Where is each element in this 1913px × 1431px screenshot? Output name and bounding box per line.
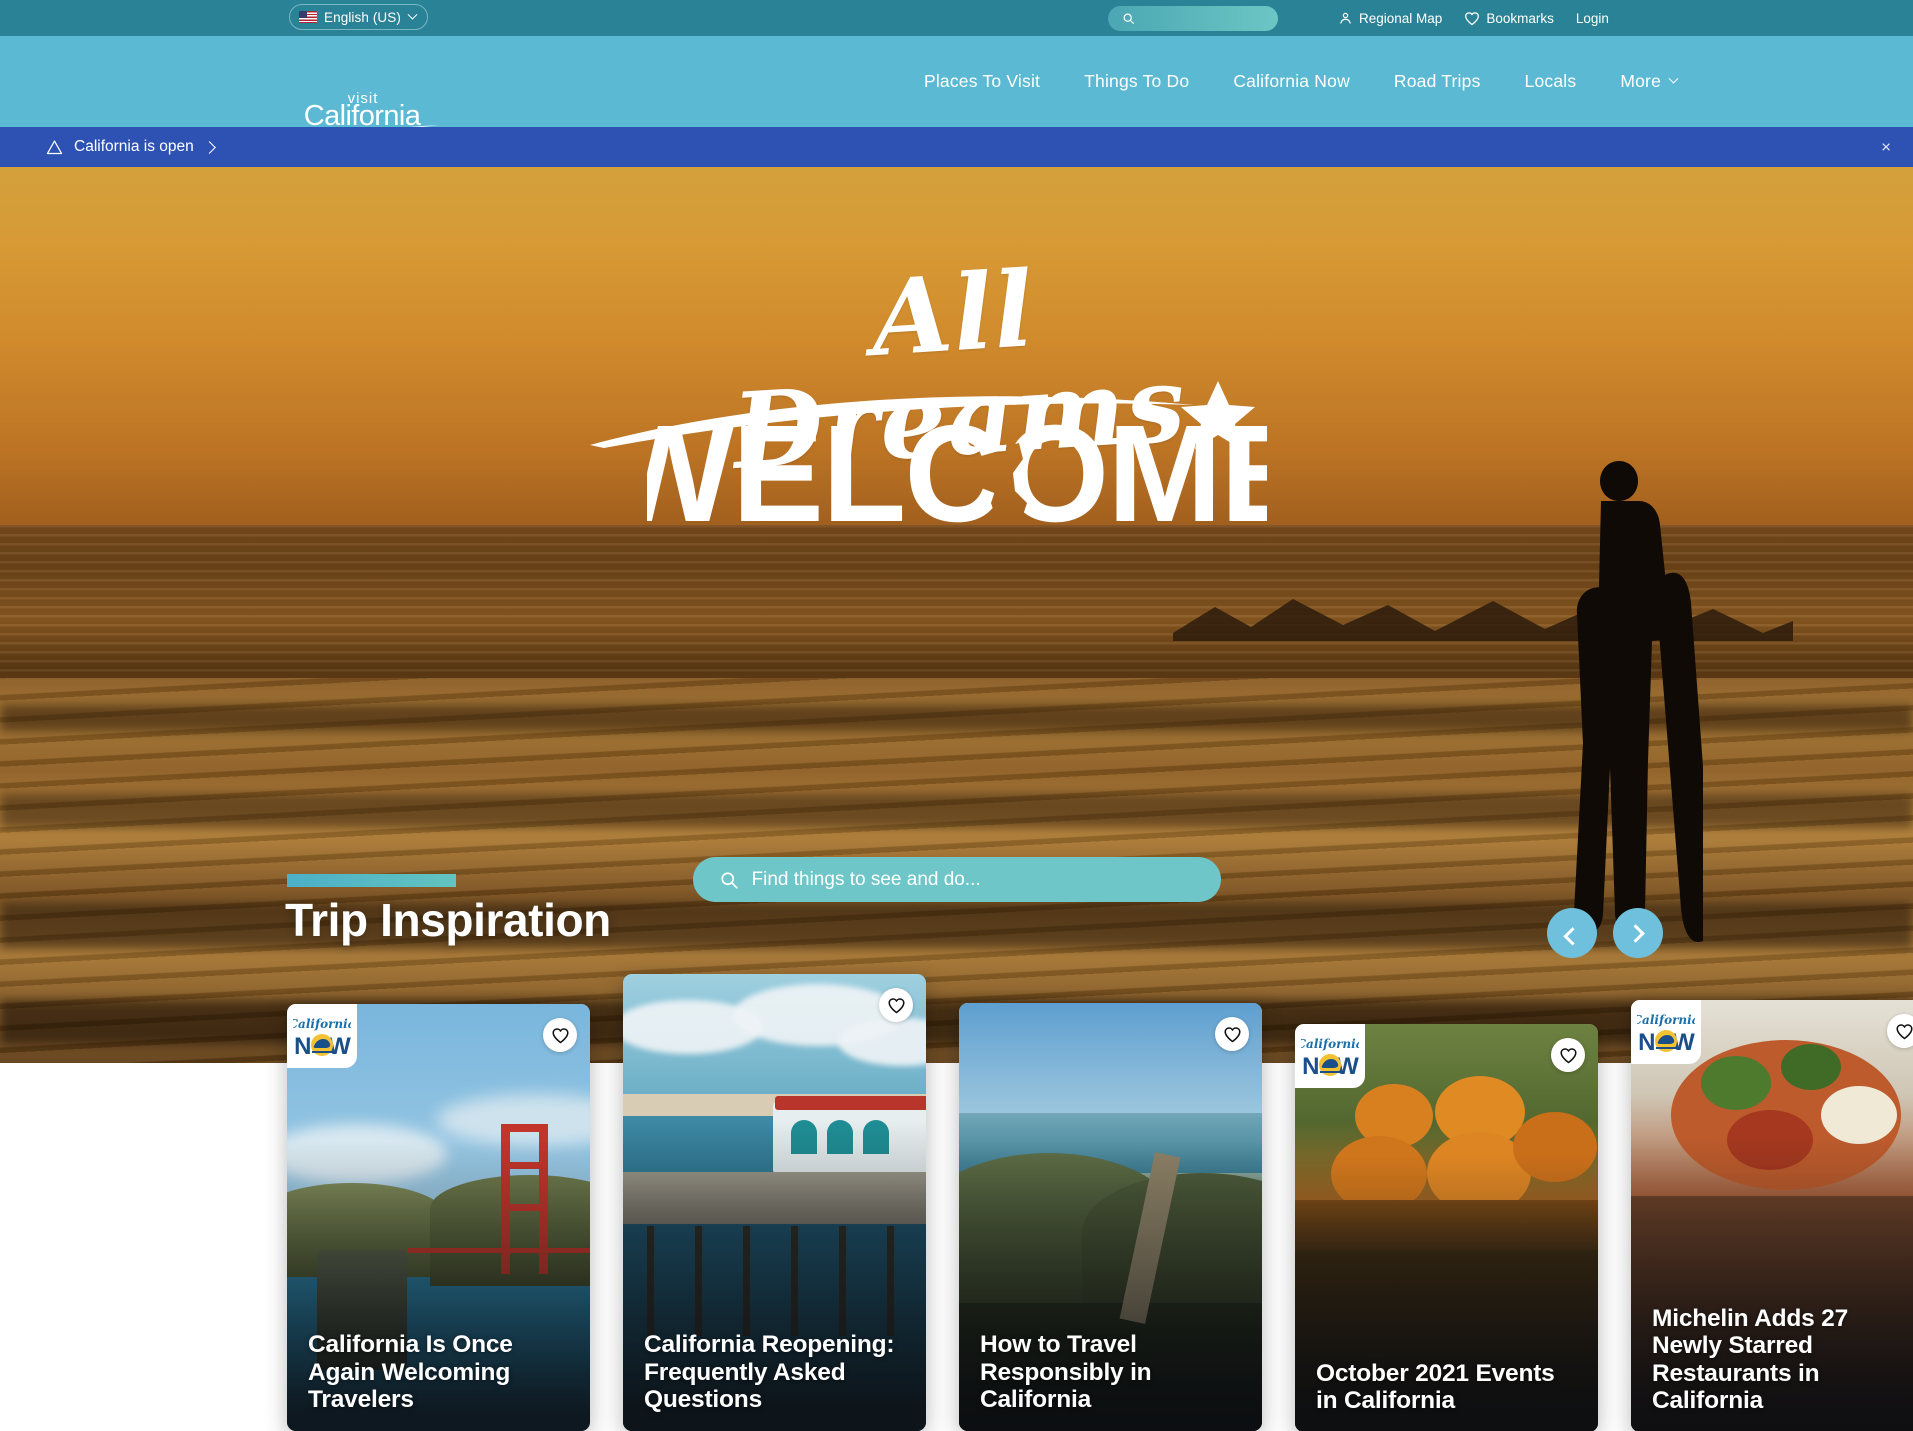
carousel-prev-button[interactable] [1547, 908, 1597, 958]
svg-text:California: California [293, 1017, 351, 1031]
card-item[interactable]: California NOW October 2021 Events in Ca… [1295, 1024, 1598, 1431]
card-bookmark-button[interactable] [879, 988, 913, 1022]
trip-inspiration-carousel: California NOW California Is Once Again … [287, 974, 1913, 1431]
heart-outline-icon [887, 997, 905, 1013]
card-item[interactable]: California Reopening: Frequently Asked Q… [623, 974, 926, 1431]
card-bookmark-button[interactable] [1551, 1038, 1585, 1072]
logo-artwork: visit California [288, 90, 439, 132]
search-icon [720, 871, 738, 889]
language-selector[interactable]: English (US) [289, 4, 428, 30]
card-title: California Is Once Again Welcoming Trave… [308, 1331, 513, 1413]
carousel-next-button[interactable] [1613, 908, 1663, 958]
nav-item-things-to-do[interactable]: Things To Do [1062, 71, 1211, 92]
regional-map-label: Regional Map [1359, 10, 1443, 26]
us-flag-icon [299, 11, 317, 23]
card-title: California Reopening: Frequently Asked Q… [644, 1331, 895, 1413]
section-accent-bar [287, 874, 456, 887]
card-bookmark-button[interactable] [1887, 1014, 1913, 1048]
hero-search-input[interactable]: Find things to see and do... [692, 857, 1221, 902]
heart-outline-icon [1895, 1023, 1913, 1039]
heart-outline-icon [551, 1027, 569, 1043]
bookmarks-link[interactable]: Bookmarks [1464, 11, 1554, 26]
login-link[interactable]: Login [1576, 11, 1609, 26]
nav-item-more-label: More [1620, 71, 1661, 91]
alert-close-button[interactable]: × [1881, 139, 1891, 156]
nav-item-california-now[interactable]: California Now [1211, 71, 1372, 92]
card-title: Michelin Adds 27 Newly Starred Restauran… [1652, 1305, 1849, 1414]
chevron-down-icon [407, 9, 418, 20]
california-now-logo-icon: California NOW [1637, 1013, 1695, 1056]
alert-text: California is open [74, 138, 194, 155]
card-bookmark-button[interactable] [1215, 1017, 1249, 1051]
card-title: October 2021 Events in California [1316, 1359, 1555, 1414]
carousel-controls [1547, 908, 1663, 958]
california-now-logo-icon: California NOW [1301, 1037, 1359, 1080]
nav-item-locals[interactable]: Locals [1503, 71, 1599, 92]
alert-link[interactable]: California is open [46, 138, 216, 156]
utility-search-input[interactable] [1108, 6, 1278, 31]
card-item[interactable]: How to Travel Responsibly in California [959, 1003, 1262, 1431]
utility-bar: English (US) Regional Map Bookmarks Logi… [0, 0, 1913, 36]
hero-surfer-silhouette [1573, 461, 1703, 943]
section-title: Trip Inspiration [285, 894, 611, 946]
california-now-badge: California NOW [1295, 1024, 1365, 1088]
heart-icon [1465, 11, 1480, 25]
visit-california-logo[interactable]: visit California [286, 86, 441, 132]
nav-item-road-trips[interactable]: Road Trips [1372, 71, 1503, 92]
nav-links: Places To Visit Things To Do California … [902, 36, 1679, 127]
page-root: English (US) Regional Map Bookmarks Logi… [0, 0, 1913, 1431]
warning-triangle-icon [46, 140, 63, 155]
california-now-badge: California NOW [1631, 1000, 1701, 1064]
nav-item-more[interactable]: More [1598, 71, 1679, 92]
svg-text:California: California [1637, 1013, 1695, 1027]
login-label: Login [1575, 10, 1609, 26]
language-label: English (US) [324, 9, 401, 25]
chevron-down-icon [1668, 73, 1679, 84]
hero-search-placeholder: Find things to see and do... [751, 868, 981, 890]
california-now-badge: California NOW [287, 1004, 357, 1068]
chevron-right-icon [202, 140, 216, 154]
svg-text:California: California [1301, 1037, 1359, 1051]
alert-banner: California is open × [0, 127, 1913, 167]
utility-links: Regional Map Bookmarks Login [1338, 0, 1609, 36]
heart-outline-icon [1223, 1026, 1241, 1042]
chevron-left-icon [1562, 926, 1582, 946]
california-now-logo-icon: California NOW [293, 1017, 351, 1060]
nav-item-places-to-visit[interactable]: Places To Visit [902, 71, 1062, 92]
card-bookmark-button[interactable] [543, 1018, 577, 1052]
heart-outline-icon [1559, 1047, 1577, 1063]
bookmarks-label: Bookmarks [1486, 10, 1554, 26]
search-icon [1123, 13, 1134, 24]
regional-map-link[interactable]: Regional Map [1338, 10, 1442, 26]
regional-map-icon [1340, 12, 1351, 24]
card-item[interactable]: California NOW California Is Once Again … [287, 1004, 590, 1431]
chevron-right-icon [1625, 923, 1645, 943]
card-item[interactable]: California NOW Michelin Adds 27 Newly St… [1631, 1000, 1913, 1431]
card-title: How to Travel Responsibly in California [980, 1331, 1152, 1413]
main-navigation-bar: visit California Places To Visit Things … [0, 36, 1913, 132]
